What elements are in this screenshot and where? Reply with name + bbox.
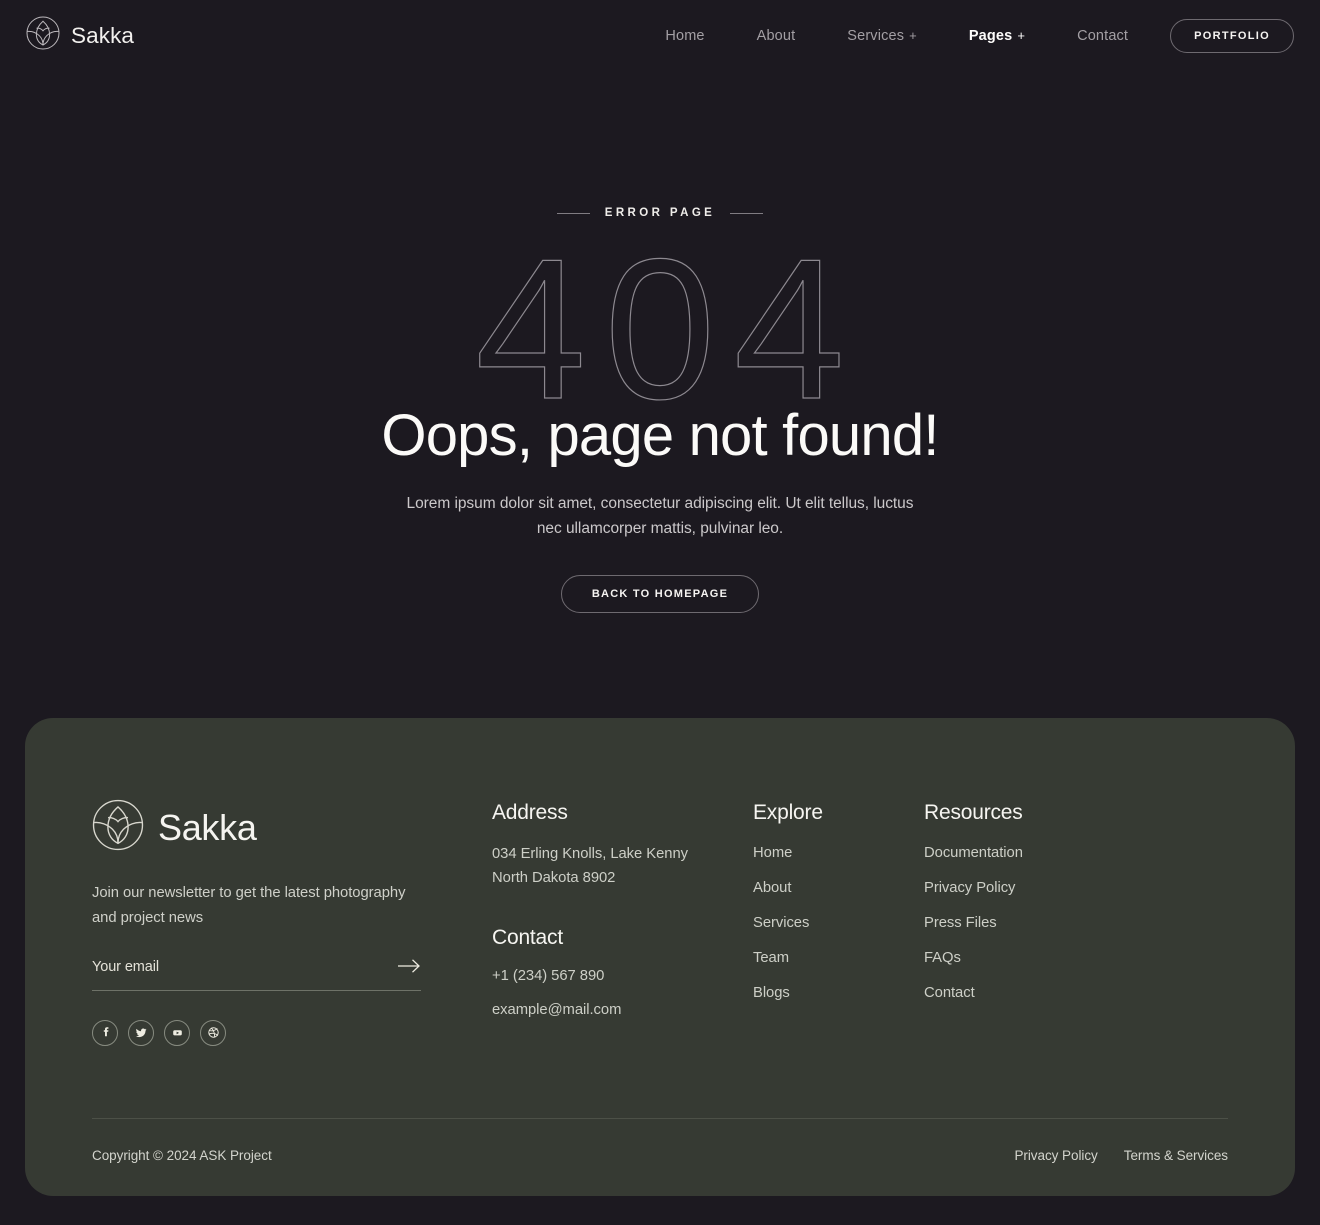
nav-item-contact[interactable]: Contact [1051,28,1154,44]
nav-label: Home [665,27,705,44]
resources-link-faqs[interactable]: FAQs [924,950,1124,966]
resources-link-contact[interactable]: Contact [924,985,1124,1001]
site-footer: Sakka Join our newsletter to get the lat… [25,718,1295,1196]
footer-brand-name: Sakka [158,806,257,848]
page-title: Oops, page not found! [381,403,939,468]
explore-link-team[interactable]: Team [753,950,924,966]
nav-item-home[interactable]: Home [639,28,730,44]
newsletter-submit-button[interactable] [397,958,421,977]
nav-item-pages[interactable]: Pages + [943,28,1051,44]
dribbble-icon[interactable] [200,1019,226,1046]
legal-links: Privacy Policy Terms & Services [1014,1148,1228,1163]
main-navigation: Home About Services + Pages + Contact PORT… [639,18,1294,53]
error-hero-section: ERROR PAGE 404 Oops, page not found! Lor… [0,71,1320,718]
resources-link-documentation[interactable]: Documentation [924,845,1124,861]
back-to-homepage-button[interactable]: BACK TO HOMEPAGE [560,574,760,613]
nav-label: About [756,27,796,44]
address-heading: Address [492,801,568,824]
explore-link-about[interactable]: About [753,880,924,896]
resources-link-press-files[interactable]: Press Files [924,915,1124,931]
plus-icon: + [909,27,917,43]
email-input[interactable] [92,959,397,976]
portfolio-button[interactable]: PORTFOLIO [1170,18,1294,53]
explore-link-home[interactable]: Home [753,845,924,861]
copyright-text: Copyright © 2024 ASK Project [92,1148,272,1163]
nav-item-about[interactable]: About [731,28,822,44]
eyebrow-line-right [730,212,764,214]
plus-icon: + [1017,27,1026,43]
footer-brand-column: Sakka Join our newsletter to get the lat… [92,799,492,1046]
arrow-right-icon [397,958,421,977]
site-header: Sakka Home About Services + Pages + Contac… [0,0,1320,71]
footer-brand-logo[interactable]: Sakka [92,799,492,856]
brand-logo[interactable]: Sakka [26,16,134,55]
error-description: Lorem ipsum dolor sit amet, consectetur … [406,494,914,537]
error-code-404: 404 [475,218,863,441]
footer-divider [92,1118,1228,1119]
contact-heading: Contact [492,925,563,949]
explore-link-services[interactable]: Services [753,915,924,931]
nav-item-services[interactable]: Services + [821,28,943,44]
page-root: Sakka Home About Services + Pages + Contac… [0,0,1320,1225]
lotus-flower-circle-icon [26,16,60,55]
nav-label: Pages [968,27,1013,44]
address-block: 034 Erling Knolls, Lake Kenny North Dako… [492,843,753,891]
resources-link-privacy-policy[interactable]: Privacy Policy [924,880,1124,896]
footer-address-column: Address 034 Erling Knolls, Lake Kenny No… [492,799,753,1046]
footer-bottom-bar: Copyright © 2024 ASK Project Privacy Pol… [92,1148,1228,1163]
brand-name: Sakka [71,22,135,48]
twitter-icon[interactable] [128,1019,154,1046]
facebook-icon[interactable] [92,1019,118,1046]
footer-resources-column: Resources Documentation Privacy Policy P… [924,799,1124,1046]
explore-heading: Explore [753,801,823,824]
address-line-1: 034 Erling Knolls, Lake Kenny [492,846,688,862]
legal-link-terms[interactable]: Terms & Services [1124,1148,1228,1163]
footer-columns: Sakka Join our newsletter to get the lat… [25,718,1295,1046]
social-links [92,1019,492,1046]
newsletter-form [92,958,421,991]
resources-heading: Resources [924,801,1023,824]
legal-link-privacy-policy[interactable]: Privacy Policy [1014,1148,1097,1163]
footer-explore-column: Explore Home About Services Team Blogs [753,799,924,1046]
address-line-2: North Dakota 8902 [492,869,616,886]
contact-phone[interactable]: +1 (234) 567 890 [492,968,753,984]
youtube-icon[interactable] [164,1019,190,1046]
nav-label: Services [847,27,905,44]
contact-email[interactable]: example@mail.com [492,1002,753,1018]
eyebrow-line-left [556,212,590,214]
nav-label: Contact [1077,27,1129,44]
lotus-flower-circle-icon [92,799,144,856]
newsletter-text: Join our newsletter to get the latest ph… [92,885,406,927]
explore-link-blogs[interactable]: Blogs [753,985,924,1001]
